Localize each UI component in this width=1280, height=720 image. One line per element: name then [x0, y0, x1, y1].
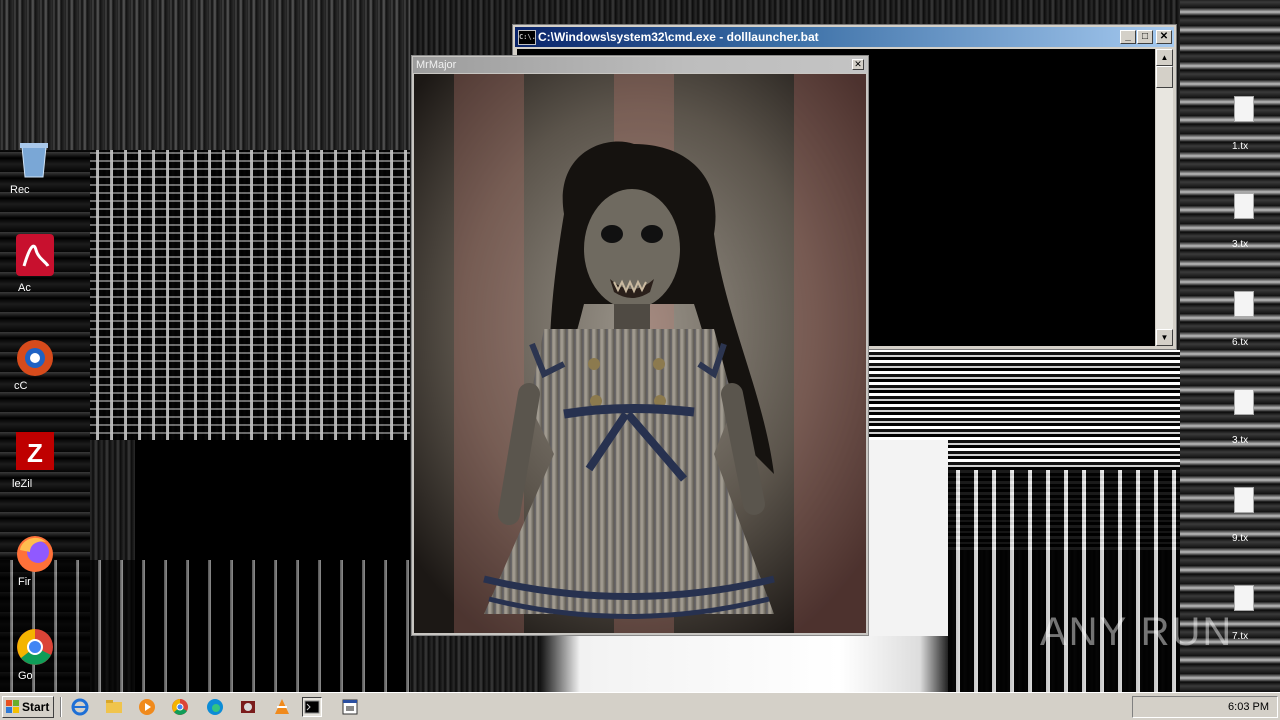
window-icon[interactable]	[340, 697, 360, 717]
desktop-icon-label: Go	[18, 670, 33, 682]
text-file-icon[interactable]	[1234, 291, 1254, 317]
file-label: 3.tx	[1232, 239, 1249, 250]
glitch-artifact	[1180, 0, 1280, 692]
glitch-artifact	[0, 560, 410, 692]
desktop-icon-label: Fir	[18, 576, 31, 588]
maximize-button[interactable]: □	[1137, 30, 1153, 44]
start-label: Start	[22, 700, 50, 714]
firefox-icon[interactable]	[12, 530, 58, 576]
minimize-button[interactable]: _	[1120, 30, 1136, 44]
vertical-scrollbar[interactable]: ▲ ▼	[1156, 49, 1173, 346]
vlc-icon[interactable]	[272, 697, 292, 717]
glitch-artifact	[948, 470, 1180, 692]
glitch-artifact	[90, 150, 410, 440]
glitch-artifact	[540, 636, 948, 692]
clock[interactable]: 6:03 PM	[1228, 697, 1269, 717]
mrmajor-titlebar[interactable]: MrMajor ✕	[413, 57, 867, 73]
file-label: 6.tx	[1232, 337, 1249, 348]
watermark: ANY RUN	[1040, 610, 1234, 654]
file-label: 3.tx	[1232, 435, 1249, 446]
chrome-icon[interactable]	[170, 697, 190, 717]
text-file-icon[interactable]	[1234, 487, 1254, 513]
scroll-down-button[interactable]: ▼	[1156, 329, 1173, 346]
console-icon: C:\.	[518, 30, 536, 45]
mrmajor-window[interactable]: MrMajor ✕	[411, 55, 869, 636]
media-player-icon[interactable]	[137, 697, 157, 717]
acrobat-reader-icon[interactable]	[12, 232, 58, 278]
taskbar-separator	[60, 697, 62, 717]
text-file-icon[interactable]	[1234, 585, 1254, 611]
ccleaner-icon[interactable]	[12, 335, 58, 381]
svg-text:Z: Z	[27, 438, 43, 468]
file-label: 1.tx	[1232, 141, 1249, 152]
ie-icon[interactable]	[70, 697, 90, 717]
close-button[interactable]: ✕	[852, 59, 864, 70]
start-button[interactable]: Start	[2, 696, 54, 718]
explorer-icon[interactable]	[104, 697, 124, 717]
system-tray: 6:03 PM	[1132, 696, 1278, 718]
cmd-icon[interactable]	[302, 697, 322, 717]
chrome-icon[interactable]	[12, 624, 58, 670]
filezilla-icon[interactable]: Z	[12, 428, 58, 474]
doll-app-icon[interactable]	[238, 697, 258, 717]
creepy-doll-picture	[414, 74, 866, 633]
close-button[interactable]: ✕	[1156, 30, 1172, 44]
recycle-bin-icon[interactable]	[12, 135, 58, 181]
file-label: 7.tx	[1232, 631, 1249, 642]
scroll-up-button[interactable]: ▲	[1156, 49, 1173, 66]
scroll-thumb[interactable]	[1156, 66, 1173, 88]
cmd-titlebar[interactable]: C:\. C:\Windows\system32\cmd.exe - dolll…	[515, 27, 1174, 47]
cmd-window-title: C:\Windows\system32\cmd.exe - dolllaunch…	[538, 30, 819, 44]
windows-logo-icon	[6, 700, 19, 713]
desktop-icon-label: Ac	[18, 282, 31, 294]
edge-icon[interactable]	[205, 697, 225, 717]
desktop-icon-label: leZil	[12, 478, 33, 490]
desktop-icon-label: Rec	[10, 184, 30, 196]
glitch-artifact	[0, 0, 410, 150]
taskbar: Start 6:03 PM	[0, 692, 1280, 720]
text-file-icon[interactable]	[1234, 193, 1254, 219]
desktop-icon-label: cC	[14, 380, 28, 392]
mrmajor-window-title: MrMajor	[416, 59, 457, 71]
file-label: 9.tx	[1232, 533, 1249, 544]
text-file-icon[interactable]	[1234, 389, 1254, 415]
text-file-icon[interactable]	[1234, 96, 1254, 122]
